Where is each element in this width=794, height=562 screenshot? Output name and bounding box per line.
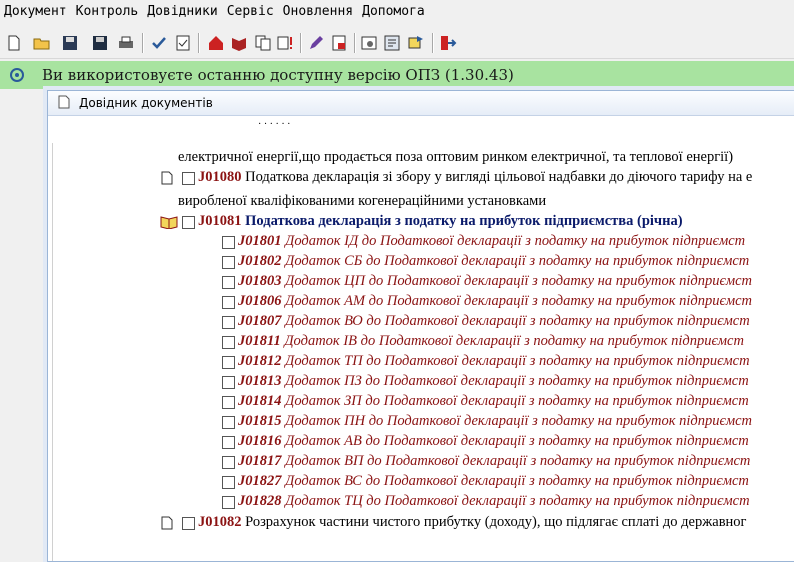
checkbox-j01811[interactable] [222,336,235,349]
checkbox-j01807[interactable] [222,316,235,329]
pdf-icon[interactable] [328,32,350,54]
version-banner: Ви використовуєте останню доступну версі… [0,61,794,89]
checkbox-j01813[interactable] [222,376,235,389]
pen-icon[interactable] [305,32,327,54]
checkbox-j01806[interactable] [222,296,235,309]
tree-item-j01814[interactable]: J01814 Додаток ЗП до Податкової декларац… [238,393,749,410]
tree-item-j01806[interactable]: J01806 Додаток АМ до Податкової декларац… [238,293,752,310]
document-icon [161,516,173,530]
settings-icon[interactable] [358,32,380,54]
report-icon[interactable] [381,32,403,54]
checkbox-j01801[interactable] [222,236,235,249]
checkbox-j01827[interactable] [222,476,235,489]
menu-references[interactable]: Довідники [143,0,222,19]
save-all-icon[interactable] [89,32,111,54]
checkbox-j01803[interactable] [222,276,235,289]
tree-item-j01817[interactable]: J01817 Додаток ВП до Податкової декларац… [238,453,750,470]
checkbox-j01082[interactable] [182,517,195,530]
menu-bar: Документ Контроль Довідники Сервіс Оновлення… [0,0,794,26]
tree-item-j01803[interactable]: J01803 Додаток ЦП до Податкової декларац… [238,273,752,290]
update-status-icon [10,68,24,82]
tree-item-j01812[interactable]: J01812 Додаток ТП до Податкової декларац… [238,353,750,370]
checkbox-j01814[interactable] [222,396,235,409]
checkbox-j01081[interactable] [182,216,195,229]
check-icon[interactable] [148,32,170,54]
tree-item-j01815[interactable]: J01815 Додаток ПН до Податкової декларац… [238,413,752,430]
document-reference-window: Довідник документів · · · · · · електрич… [47,90,794,562]
menu-updates[interactable]: Оновлення [279,0,358,19]
tree-item-j01802[interactable]: J01802 Додаток СБ до Податкової декларац… [238,253,749,270]
alert-icon[interactable] [274,32,296,54]
new-icon[interactable] [3,32,25,54]
menu-service[interactable]: Сервіс [223,0,279,19]
tree-item-j01813[interactable]: J01813 Додаток ПЗ до Податкової декларац… [238,373,749,390]
document-icon [161,171,173,185]
book-icon[interactable] [228,32,250,54]
home-icon[interactable] [205,32,227,54]
tree-item-j01828[interactable]: J01828 Додаток ТЦ до Податкової декларац… [238,493,750,510]
tree-line-wrap: виробленої кваліфікованими когенераційни… [178,193,547,209]
tree-item-j01080[interactable]: J01080 Податкова декларація зі збору у в… [198,169,752,186]
tree-line-wrap: електричної енергії,що продається поза о… [178,149,734,165]
tree-item-j01816[interactable]: J01816 Додаток АВ до Податкової декларац… [238,433,749,450]
checkbox-j01815[interactable] [222,416,235,429]
print-icon[interactable] [115,32,137,54]
tree-item-j01801[interactable]: J01801 Додаток ІД до Податкової декларац… [238,233,745,250]
open-icon[interactable] [31,32,53,54]
checkbox-j01817[interactable] [222,456,235,469]
partial-top-line: · · · · · · [258,119,291,130]
tree-item-j01811[interactable]: J01811 Додаток ІВ до Податкової декларац… [238,333,744,350]
checkbox-j01816[interactable] [222,436,235,449]
checkbox-j01802[interactable] [222,256,235,269]
menu-help[interactable]: Допомога [358,0,430,19]
checkbox-j01812[interactable] [222,356,235,369]
menu-control[interactable]: Контроль [72,0,144,19]
tree-border [52,143,53,561]
toolbar [0,28,794,59]
tree-item-j01827[interactable]: J01827 Додаток ВС до Податкової декларац… [238,473,749,490]
document-icon [58,95,70,109]
tree-item-j01807[interactable]: J01807 Додаток ВО до Податкової декларац… [238,313,750,330]
validate-icon[interactable] [172,32,194,54]
document-tree: · · · · · · електричної енергії,що прода… [48,115,794,561]
export-icon[interactable] [405,32,427,54]
tree-item-j01081[interactable]: J01081 Податкова декларація з податку на… [198,213,683,230]
version-banner-text: Ви використовуєте останню доступну версі… [42,66,514,84]
window-title: Довідник документів [79,96,213,110]
tree-item-j01082[interactable]: J01082 Розрахунок частини чистого прибут… [198,514,747,531]
checkbox-j01828[interactable] [222,496,235,509]
exit-icon[interactable] [437,32,459,54]
window-title-bar[interactable]: Довідник документів [48,91,794,116]
menu-document[interactable]: Документ [0,0,72,19]
open-book-icon [160,216,178,229]
save-icon[interactable] [59,32,81,54]
checkbox-j01080[interactable] [182,172,195,185]
copy-icon[interactable] [252,32,274,54]
